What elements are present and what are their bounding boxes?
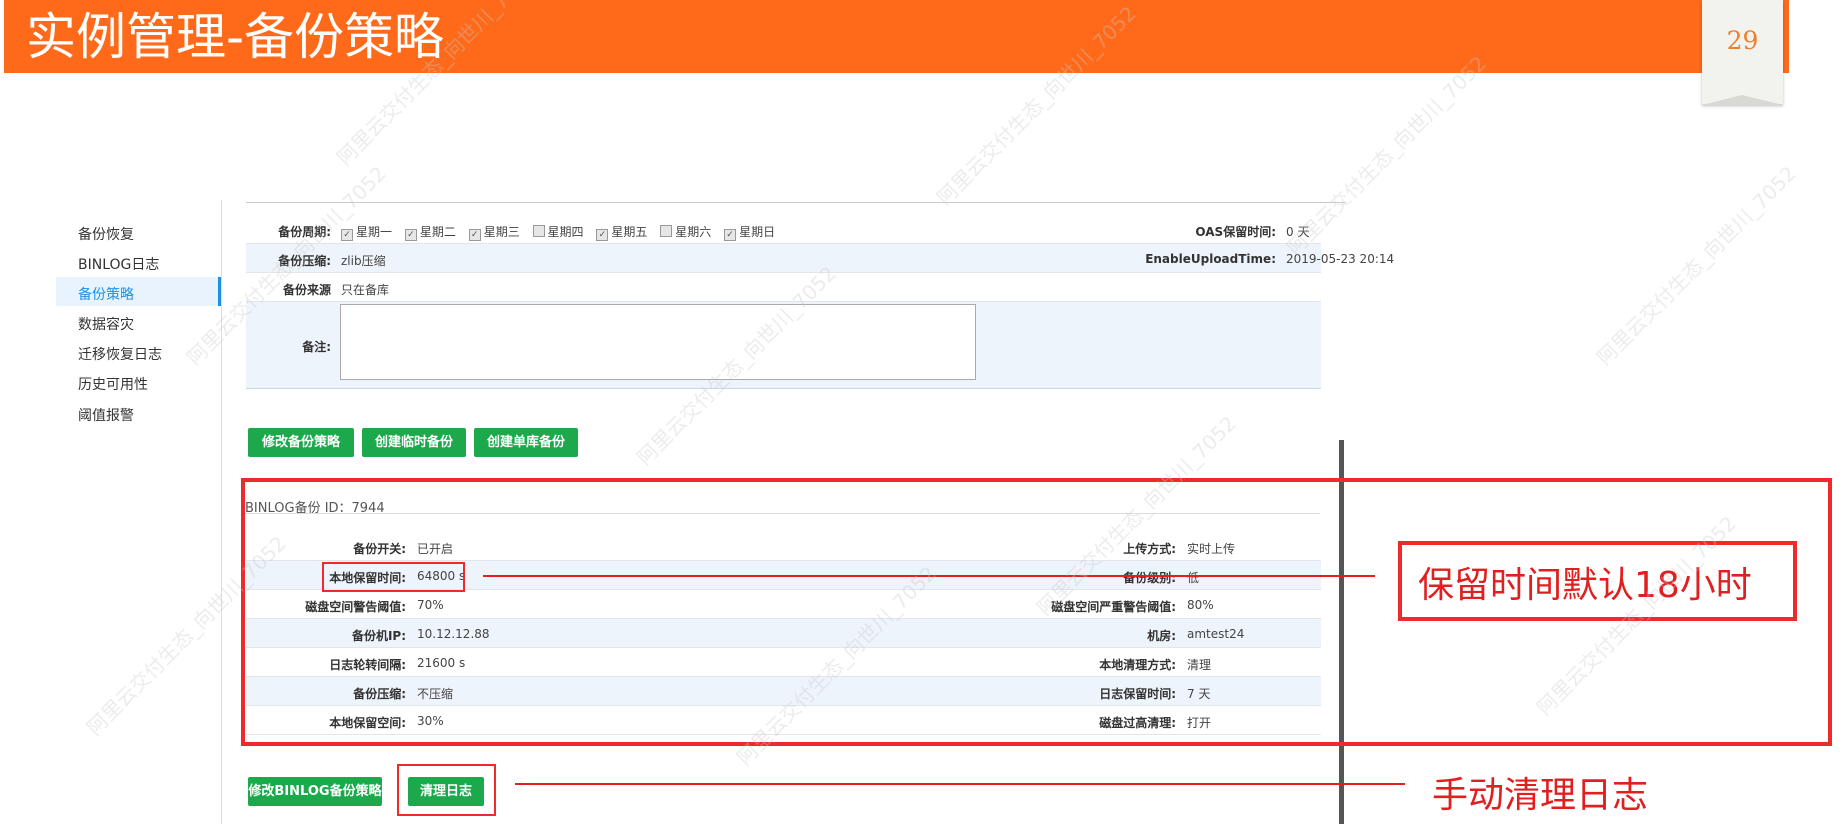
sidebar-item-backup-policy[interactable]: 备份策略 [78,284,134,304]
slide-title: 实例管理-备份策略 [26,8,445,66]
upload-time-label: EnableUploadTime: [1145,252,1276,266]
policy-row-compress: 备份压缩: zlib压缩 EnableUploadTime: 2019-05-2… [246,244,1394,273]
remark-textarea[interactable] [340,304,976,380]
sidebar-item-threshold-alarm[interactable]: 阈值报警 [78,405,134,425]
sidebar-item-backup-restore[interactable]: 备份恢复 [78,224,134,244]
clean-log-pointer-line [515,783,1405,785]
checkbox-checked-icon: ✓ [724,229,737,241]
weekday-fri[interactable]: ✓ 星期五 [596,225,647,241]
weekday-thu[interactable]: 星期四 [532,225,584,239]
checkbox-checked-icon: ✓ [596,229,609,241]
checkbox-unchecked-icon [532,225,545,237]
modify-policy-button[interactable]: 修改备份策略 [248,428,354,457]
weekday-tue[interactable]: ✓ 星期二 [404,225,456,241]
remark-label: 备注: [302,340,331,354]
retention-highlight-box [322,562,465,592]
oas-retention-label: OAS保留时间: [1195,225,1276,239]
upload-time-value: 2019-05-23 20:14 [1286,252,1395,266]
policy-row-source: 备份来源 只在备库 [246,273,1321,302]
create-temp-backup-button[interactable]: 创建临时备份 [362,428,466,457]
sidebar-item-binlog[interactable]: BINLOG日志 [78,254,159,274]
clean-log-highlight-box [397,764,496,816]
policy-row-period: 备份周期: ✓ 星期一 ✓ 星期二 ✓ 星期三 星期四 ✓ 星期五 星期六 ✓ 星期日 O… [246,215,1321,244]
sidebar-item-migration-log[interactable]: 迁移恢复日志 [78,344,162,364]
weekday-sun[interactable]: ✓ 星期日 [724,225,775,241]
sidebar-item-disaster-recovery[interactable]: 数据容灾 [78,314,134,334]
sidebar-nav: 备份恢复 BINLOG日志 备份策略 数据容灾 迁移恢复日志 历史可用性 阈值报… [56,200,222,824]
compress-label: 备份压缩: [278,254,331,268]
sidebar-item-availability-history[interactable]: 历史可用性 [78,374,148,394]
period-label: 备份周期: [278,225,331,239]
manual-clean-callout-text: 手动清理日志 [1432,775,1649,816]
weekday-mon[interactable]: ✓ 星期一 [341,225,392,241]
checkbox-unchecked-icon [660,225,673,237]
checkbox-checked-icon: ✓ [468,229,481,241]
source-value: 只在备库 [341,283,390,297]
watermark: 阿里云交付生态_向世川_7052 [1592,161,1801,370]
create-single-db-backup-button[interactable]: 创建单库备份 [474,428,578,457]
checkbox-checked-icon: ✓ [341,229,353,241]
oas-retention-value: 0 天 [1286,225,1310,239]
weekday-checkboxes: ✓ 星期一 ✓ 星期二 ✓ 星期三 星期四 ✓ 星期五 星期六 ✓ 星期日 [341,223,784,241]
retention-callout-text: 保留时间默认18小时 [1418,565,1752,606]
source-label: 备份来源 [282,283,331,297]
slide-title-bar: 实例管理-备份策略 [4,0,1789,73]
weekday-wed[interactable]: ✓ 星期三 [468,225,520,241]
section-divider [246,202,1346,203]
checkbox-checked-icon: ✓ [404,229,417,241]
page-number: 29 [1726,26,1759,55]
weekday-sat[interactable]: 星期六 [660,225,711,239]
compress-value: zlib压缩 [341,254,386,268]
retention-pointer-line [483,575,1375,577]
page-number-badge: 29 [1702,0,1783,105]
modify-binlog-policy-button[interactable]: 修改BINLOG备份策略 [248,777,382,806]
